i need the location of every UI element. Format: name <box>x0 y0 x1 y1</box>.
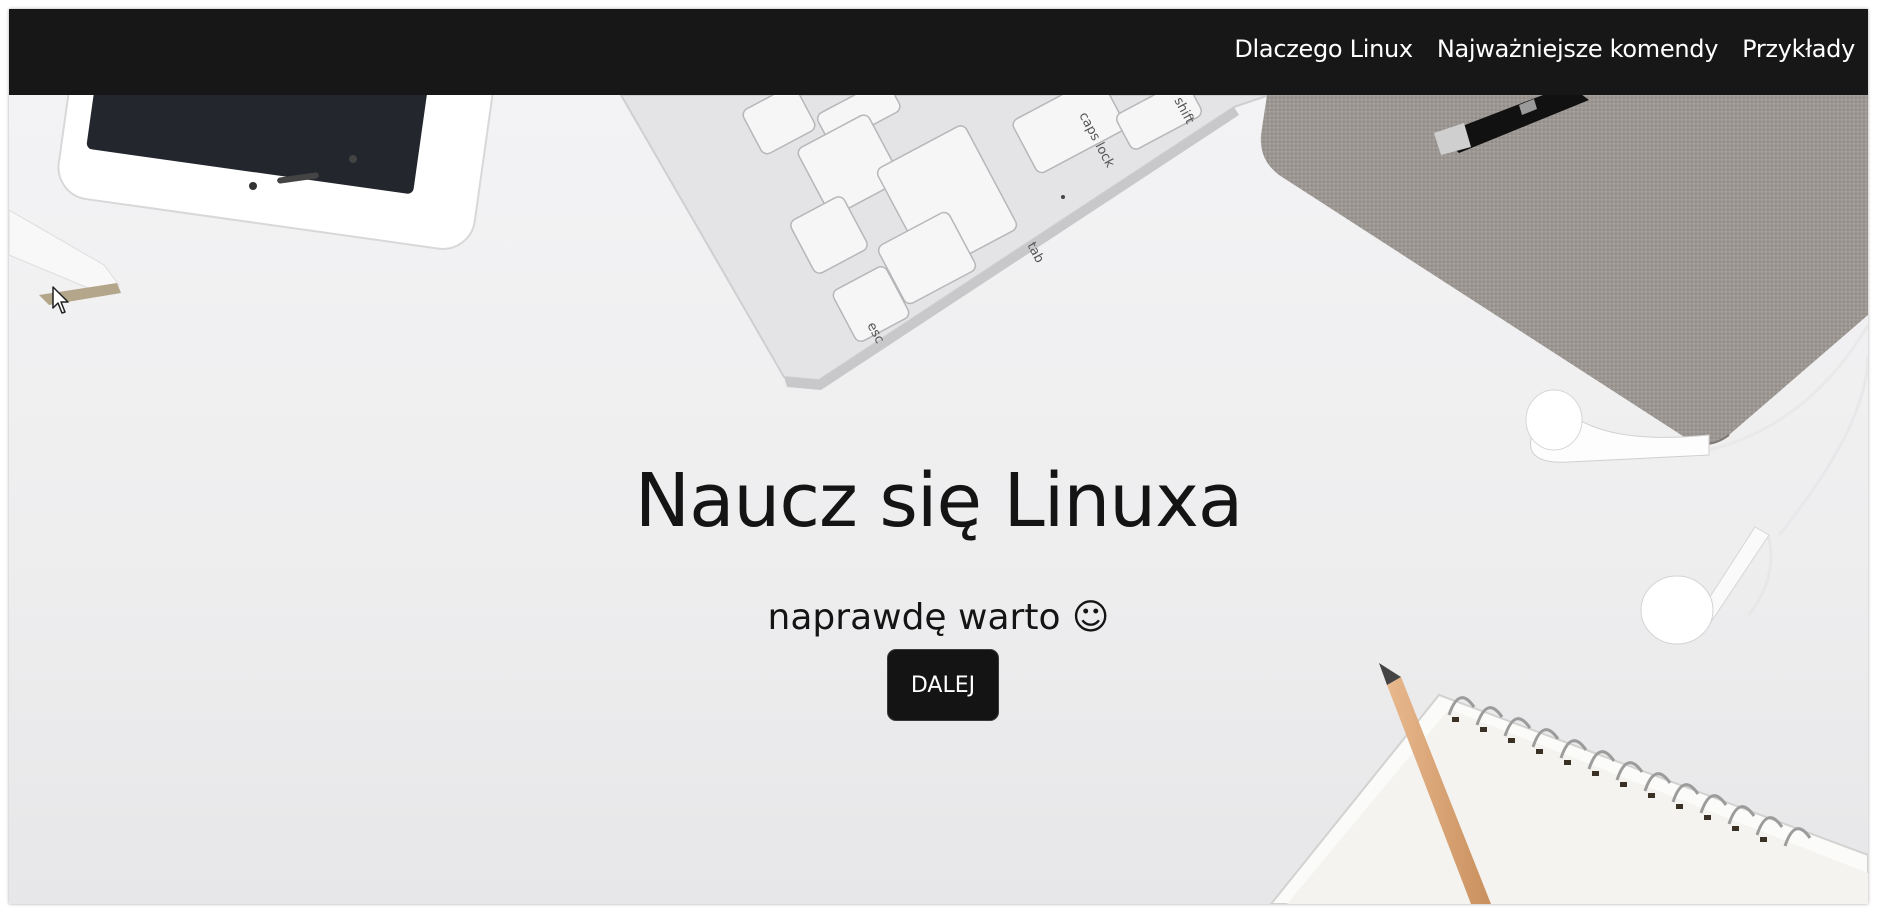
nav-link-najwazniejsze-komendy[interactable]: Najważniejsze komendy <box>1437 35 1719 63</box>
hero-subtitle: naprawdę warto ☺ <box>767 597 1110 638</box>
spiral-notepad-image <box>1269 693 1868 904</box>
nav-link-dlaczego-linux[interactable]: Dlaczego Linux <box>1234 35 1413 63</box>
nav-link-przyklady[interactable]: Przykłady <box>1742 35 1855 63</box>
smartphone-image <box>57 95 501 250</box>
nav-links: Dlaczego Linux Najważniejsze komendy Prz… <box>1234 35 1855 63</box>
dalej-button[interactable]: DALEJ <box>887 649 999 721</box>
pointer-cursor-icon <box>52 286 69 314</box>
top-navbar: Dlaczego Linux Najważniejsze komendy Prz… <box>9 9 1868 95</box>
keyboard-image: esc tab caps lock shift <box>619 95 1270 390</box>
browser-viewport: Dlaczego Linux Najważniejsze komendy Prz… <box>9 9 1868 904</box>
hero-section: esc tab caps lock shift Naucz się Linuxa… <box>9 95 1868 904</box>
hero-title: Naucz się Linuxa <box>634 458 1244 544</box>
